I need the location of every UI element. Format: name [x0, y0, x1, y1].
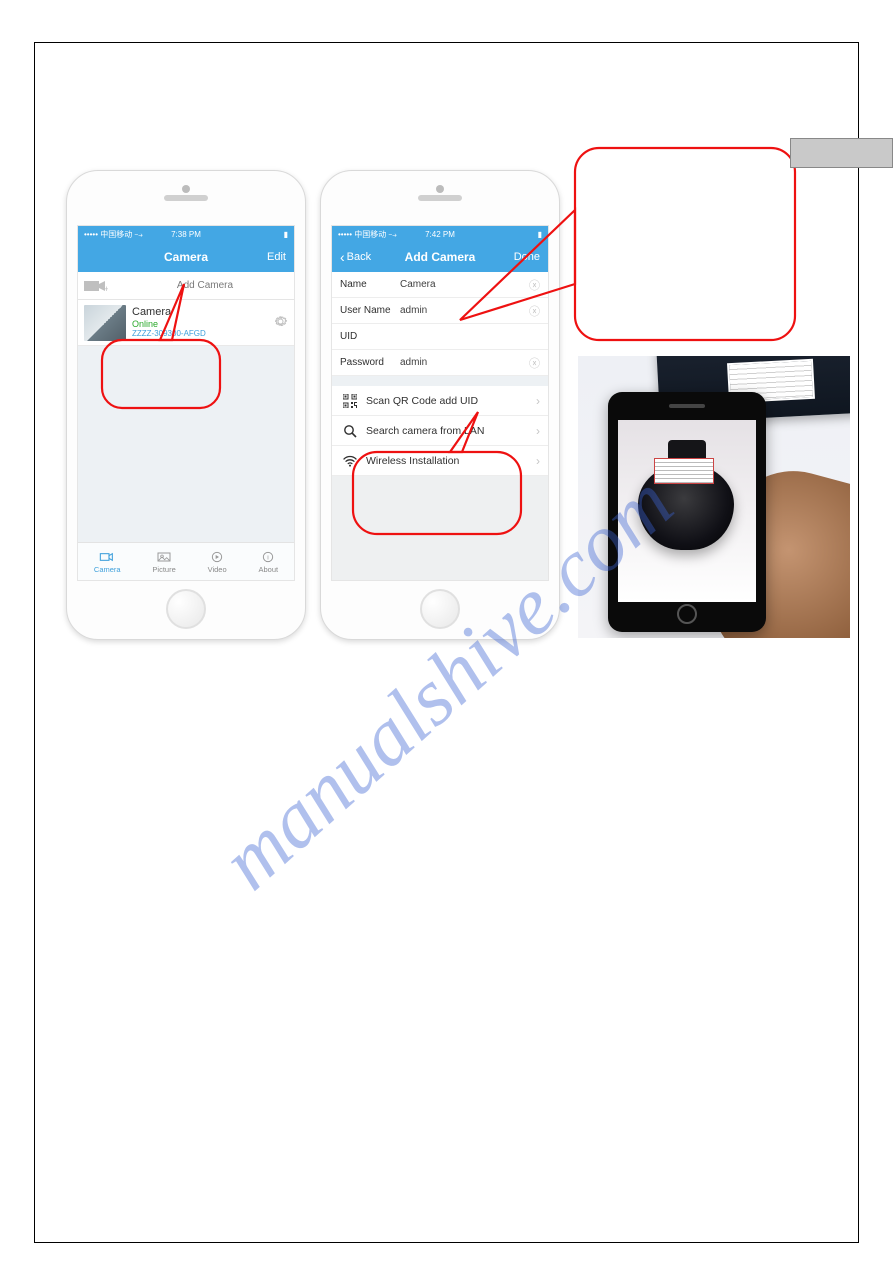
camera-item-info: Camera Online ZZZZ-309300-AFGD	[132, 306, 206, 338]
search-icon	[340, 424, 360, 438]
phone-add-camera-form: ••••• 中国移动 ⤍ 7:42 PM ▮ ‹ Back Add Camera…	[320, 170, 560, 640]
wifi-icon	[340, 454, 360, 468]
phone-camera-list: ••••• 中国移动 ⤍ 7:38 PM ▮ Camera Edit + Add…	[66, 170, 306, 640]
action-scan-qrcode-label: Scan QR Code add UID	[366, 395, 478, 407]
status-time: 7:42 PM	[332, 230, 548, 239]
svg-text:+: +	[104, 284, 108, 293]
phone1-screen: ••••• 中国移动 ⤍ 7:38 PM ▮ Camera Edit + Add…	[77, 225, 295, 581]
tab-video[interactable]: Video	[208, 550, 227, 574]
qr-code-icon	[340, 394, 360, 408]
gray-tab	[790, 138, 893, 168]
phone2-navbar: ‹ Back Add Camera Done	[332, 242, 548, 272]
phone1-navbar: Camera Edit	[78, 242, 294, 272]
photo-phone-screen	[618, 420, 756, 602]
chevron-left-icon: ‹	[340, 250, 345, 264]
camera-item-title: Camera	[132, 306, 206, 319]
form-label-uid: UID	[340, 331, 400, 342]
phone1-camera-dot	[182, 185, 190, 193]
navbar-back-label: Back	[347, 251, 371, 263]
navbar-done-button[interactable]: Done	[514, 251, 540, 263]
tab-video-label: Video	[208, 565, 227, 574]
add-camera-label: Add Camera	[116, 280, 294, 291]
action-search-lan[interactable]: Search camera from LAN ›	[332, 416, 548, 446]
action-wireless-install-label: Wireless Installation	[366, 455, 459, 467]
tab-picture[interactable]: Picture	[152, 550, 175, 574]
form-row-username[interactable]: User Name admin ⓧ	[332, 298, 548, 324]
form-label-password: Password	[340, 357, 400, 368]
phone2-earpiece	[418, 195, 462, 201]
form-value-password: admin	[400, 357, 529, 368]
clear-icon[interactable]: ⓧ	[529, 303, 540, 319]
phone1-tabbar: Camera Picture Video i About	[78, 542, 294, 580]
tab-about-label: About	[258, 565, 278, 574]
photo-phone-home-button	[677, 604, 697, 624]
phone2-screen: ••••• 中国移动 ⤍ 7:42 PM ▮ ‹ Back Add Camera…	[331, 225, 549, 581]
clear-icon[interactable]: ⓧ	[529, 355, 540, 371]
tab-about[interactable]: i About	[258, 550, 278, 574]
camera-item-thumbnail	[84, 305, 126, 341]
form-row-name[interactable]: Name Camera ⓧ	[332, 272, 548, 298]
phone2-home-button[interactable]	[420, 589, 460, 629]
photo-screen-qr-label	[654, 458, 714, 484]
phone1-statusbar: ••••• 中国移动 ⤍ 7:38 PM ▮	[78, 226, 294, 242]
photo-phone	[608, 392, 766, 632]
form-value-name: Camera	[400, 279, 529, 290]
tab-camera-label: Camera	[94, 565, 121, 574]
navbar-title: Add Camera	[405, 250, 476, 264]
svg-text:i: i	[268, 554, 270, 561]
form-row-uid[interactable]: UID	[332, 324, 548, 350]
chevron-right-icon: ›	[536, 454, 540, 468]
navbar-back-button[interactable]: ‹ Back	[340, 250, 371, 264]
navbar-edit-button[interactable]: Edit	[267, 251, 286, 263]
tab-picture-label: Picture	[152, 565, 175, 574]
action-wireless-install[interactable]: Wireless Installation ›	[332, 446, 548, 476]
status-time: 7:38 PM	[78, 230, 294, 239]
form-label-username: User Name	[340, 305, 400, 316]
form-gap	[332, 376, 548, 386]
chevron-right-icon: ›	[536, 394, 540, 408]
action-search-lan-label: Search camera from LAN	[366, 425, 484, 437]
action-scan-qrcode[interactable]: Scan QR Code add UID ›	[332, 386, 548, 416]
form-row-password[interactable]: Password admin ⓧ	[332, 350, 548, 376]
photo-scan-qr	[578, 356, 850, 638]
photo-phone-earpiece	[669, 404, 705, 408]
phone1-home-button[interactable]	[166, 589, 206, 629]
camera-item-uid: ZZZZ-309300-AFGD	[132, 329, 206, 338]
form-label-name: Name	[340, 279, 400, 290]
chevron-right-icon: ›	[536, 424, 540, 438]
add-camera-icon: +	[82, 277, 110, 295]
camera-item-status: Online	[132, 319, 206, 329]
add-camera-row[interactable]: + Add Camera	[78, 272, 294, 300]
add-camera-form: Name Camera ⓧ User Name admin ⓧ UID Pass…	[332, 272, 548, 376]
camera-item-gear-icon[interactable]	[273, 314, 288, 332]
navbar-title: Camera	[164, 250, 208, 264]
clear-icon[interactable]: ⓧ	[529, 277, 540, 293]
tab-camera[interactable]: Camera	[94, 550, 121, 574]
phone2-camera-dot	[436, 185, 444, 193]
camera-list-item[interactable]: Camera Online ZZZZ-309300-AFGD	[78, 300, 294, 346]
form-value-username: admin	[400, 305, 529, 316]
phone2-statusbar: ••••• 中国移动 ⤍ 7:42 PM ▮	[332, 226, 548, 242]
phone1-earpiece	[164, 195, 208, 201]
